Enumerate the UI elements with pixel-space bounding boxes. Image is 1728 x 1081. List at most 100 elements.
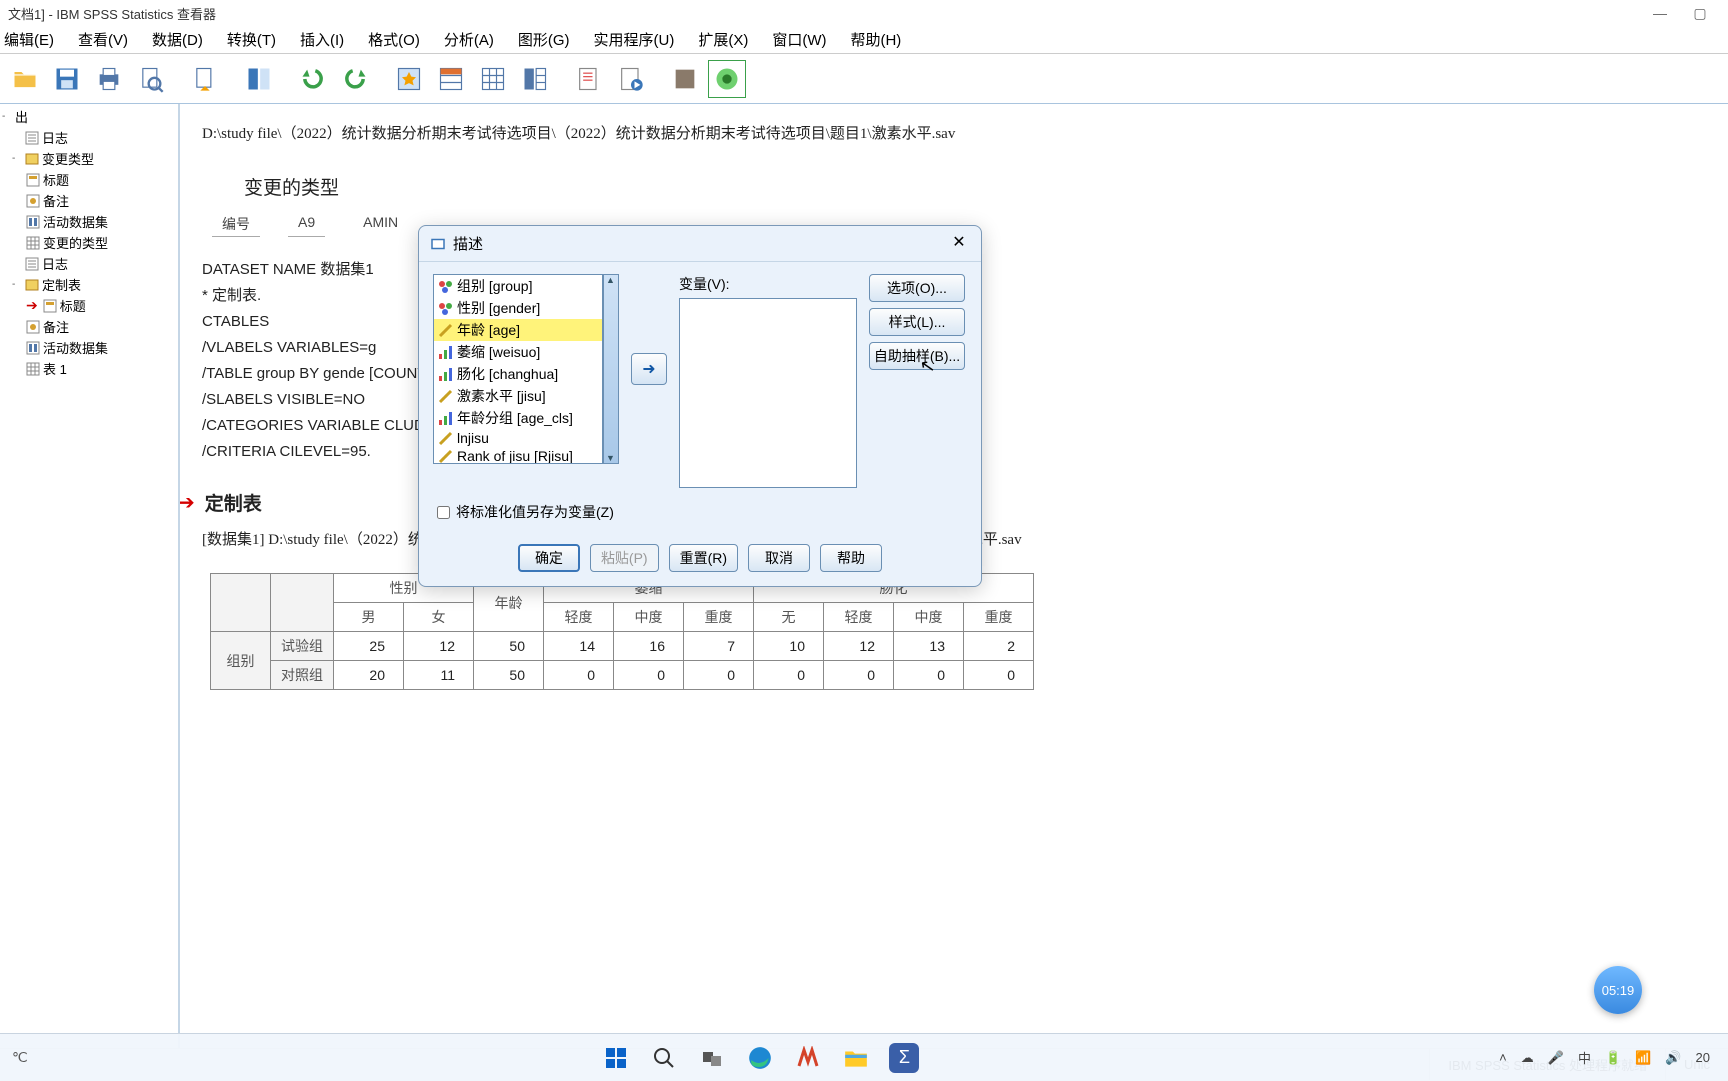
variable-item[interactable]: 激素水平 [jisu] bbox=[434, 385, 602, 407]
menu-view[interactable]: 查看(V) bbox=[78, 29, 128, 50]
tray-wifi-icon[interactable]: 📶 bbox=[1635, 1050, 1651, 1066]
move-right-button[interactable]: ➜ bbox=[631, 353, 667, 385]
variable-item[interactable]: 年龄 [age] bbox=[434, 319, 602, 341]
table-row: 对照组 20 11 50 0 0 0 0 0 0 0 bbox=[211, 661, 1034, 690]
menu-window[interactable]: 窗口(W) bbox=[772, 29, 826, 50]
menu-analyze[interactable]: 分析(A) bbox=[444, 29, 494, 50]
bootstrap-button[interactable]: 自助抽样(B)... bbox=[869, 342, 965, 370]
custom-table: 性别 年龄 萎缩 肠化 男 女 轻度 中度 重度 无 轻度 中度 重度 组别 试… bbox=[210, 573, 1034, 690]
tb-recall[interactable] bbox=[240, 60, 278, 98]
tray-mic-icon[interactable]: 🎤 bbox=[1548, 1050, 1564, 1066]
maximize-icon[interactable]: ▢ bbox=[1680, 5, 1720, 22]
outline-item[interactable]: 备注 bbox=[0, 316, 178, 337]
variable-item[interactable]: 组别 [group] bbox=[434, 275, 602, 297]
menu-data[interactable]: 数据(D) bbox=[152, 29, 203, 50]
start-icon[interactable] bbox=[601, 1043, 631, 1073]
tb-preview[interactable] bbox=[132, 60, 170, 98]
explorer-icon[interactable] bbox=[841, 1043, 871, 1073]
window-title: 文档1] - IBM SPSS Statistics 查看器 bbox=[8, 4, 216, 23]
options-button[interactable]: 选项(O)... bbox=[869, 274, 965, 302]
edge-icon[interactable] bbox=[745, 1043, 775, 1073]
tray-clock[interactable]: 20 bbox=[1696, 1050, 1710, 1065]
tray-chevron-icon[interactable]: ˄ bbox=[1499, 1050, 1507, 1065]
tb-doc1[interactable] bbox=[570, 60, 608, 98]
ok-button[interactable]: 确定 bbox=[518, 544, 580, 572]
tb-redo[interactable] bbox=[336, 60, 374, 98]
outline-item[interactable]: 变更的类型 bbox=[0, 232, 178, 253]
tb-export[interactable] bbox=[186, 60, 224, 98]
menu-help[interactable]: 帮助(H) bbox=[850, 29, 901, 50]
taskbar: ℃ Σ ˄ ☁ 🎤 中 🔋 📶 🔊 20 bbox=[0, 1033, 1728, 1081]
outline-item[interactable]: 活动数据集 bbox=[0, 211, 178, 232]
reset-button[interactable]: 重置(R) bbox=[669, 544, 738, 572]
outline-pane[interactable]: -出 日志-变更类型标题备注活动数据集变更的类型日志-定制表➔标题备注活动数据集… bbox=[0, 104, 180, 1048]
outline-item[interactable]: 表 1 bbox=[0, 358, 178, 379]
table-row: 组别 试验组 25 12 50 14 16 7 10 12 13 2 bbox=[211, 632, 1034, 661]
tb-undo[interactable] bbox=[294, 60, 332, 98]
tb-block[interactable] bbox=[666, 60, 704, 98]
dialog-title: 描述 bbox=[453, 233, 483, 254]
menu-extensions[interactable]: 扩展(X) bbox=[698, 29, 748, 50]
menu-utilities[interactable]: 实用程序(U) bbox=[594, 29, 675, 50]
tb-grid2[interactable] bbox=[474, 60, 512, 98]
outline-item[interactable]: 活动数据集 bbox=[0, 337, 178, 358]
tray-battery-icon[interactable]: 🔋 bbox=[1605, 1050, 1621, 1066]
tb-target[interactable] bbox=[708, 60, 746, 98]
close-icon[interactable]: ✕ bbox=[947, 232, 971, 256]
tray-volume-icon[interactable]: 🔊 bbox=[1665, 1050, 1681, 1066]
source-variable-list[interactable]: 组别 [group]性别 [gender]年龄 [age]萎缩 [weisuo]… bbox=[433, 274, 603, 464]
tray-ime-icon[interactable]: 中 bbox=[1578, 1048, 1591, 1067]
wps-icon[interactable] bbox=[793, 1043, 823, 1073]
variable-item[interactable]: 肠化 [changhua] bbox=[434, 363, 602, 385]
file-path: D:\study file\（2022）统计数据分析期末考试待选项目\（2022… bbox=[202, 122, 1706, 143]
minimize-icon[interactable]: — bbox=[1640, 5, 1680, 21]
spss-icon[interactable]: Σ bbox=[889, 1043, 919, 1073]
weather-widget[interactable]: ℃ bbox=[0, 1049, 40, 1066]
menu-format[interactable]: 格式(O) bbox=[368, 29, 420, 50]
outline-item[interactable]: 日志 bbox=[0, 127, 178, 148]
menu-transform[interactable]: 转换(T) bbox=[227, 29, 276, 50]
variable-item[interactable]: lnjisu bbox=[434, 429, 602, 447]
tb-print[interactable] bbox=[90, 60, 128, 98]
outline-item[interactable]: -变更类型 bbox=[0, 148, 178, 169]
dialog-icon bbox=[429, 235, 447, 253]
descriptives-dialog: 描述 ✕ 组别 [group]性别 [gender]年龄 [age]萎缩 [we… bbox=[418, 225, 982, 587]
tb-star[interactable] bbox=[390, 60, 428, 98]
menubar: 编辑(E) 查看(V) 数据(D) 转换(T) 插入(I) 格式(O) 分析(A… bbox=[0, 26, 1728, 54]
paste-button[interactable]: 粘贴(P) bbox=[590, 544, 659, 572]
variable-item[interactable]: Rank of jisu [Rjisu] bbox=[434, 447, 602, 464]
arrow-icon: ➔ bbox=[180, 490, 195, 515]
tb-grid3[interactable] bbox=[516, 60, 554, 98]
timer-badge[interactable]: 05:19 bbox=[1594, 966, 1642, 1014]
tb-save[interactable] bbox=[48, 60, 86, 98]
target-variable-list[interactable] bbox=[679, 298, 857, 488]
help-button[interactable]: 帮助 bbox=[820, 544, 882, 572]
target-label: 变量(V): bbox=[679, 274, 857, 294]
search-icon[interactable] bbox=[649, 1043, 679, 1073]
menu-insert[interactable]: 插入(I) bbox=[300, 29, 344, 50]
tray-onedrive-icon[interactable]: ☁ bbox=[1521, 1050, 1534, 1066]
outline-item[interactable]: 备注 bbox=[0, 190, 178, 211]
outline-item[interactable]: 日志 bbox=[0, 253, 178, 274]
scrollbar[interactable] bbox=[603, 274, 619, 464]
variable-item[interactable]: 性别 [gender] bbox=[434, 297, 602, 319]
outline-item[interactable]: -定制表 bbox=[0, 274, 178, 295]
dialog-titlebar[interactable]: 描述 ✕ bbox=[419, 226, 981, 262]
taskview-icon[interactable] bbox=[697, 1043, 727, 1073]
outline-item[interactable]: 标题 bbox=[0, 169, 178, 190]
outline-root[interactable]: -出 bbox=[0, 106, 178, 127]
save-z-checkbox[interactable]: 将标准化值另存为变量(Z) bbox=[437, 502, 967, 522]
tb-grid1[interactable] bbox=[432, 60, 470, 98]
outline-item[interactable]: ➔标题 bbox=[0, 295, 178, 316]
menu-edit[interactable]: 编辑(E) bbox=[4, 29, 54, 50]
cancel-button[interactable]: 取消 bbox=[748, 544, 810, 572]
variable-item[interactable]: 年龄分组 [age_cls] bbox=[434, 407, 602, 429]
tb-run[interactable] bbox=[612, 60, 650, 98]
variable-item[interactable]: 萎缩 [weisuo] bbox=[434, 341, 602, 363]
section-title-change: 变更的类型 bbox=[244, 173, 1706, 200]
menu-graphs[interactable]: 图形(G) bbox=[518, 29, 570, 50]
checkbox-input[interactable] bbox=[437, 506, 450, 519]
styles-button[interactable]: 样式(L)... bbox=[869, 308, 965, 336]
toolbar bbox=[0, 54, 1728, 104]
tb-open[interactable] bbox=[6, 60, 44, 98]
